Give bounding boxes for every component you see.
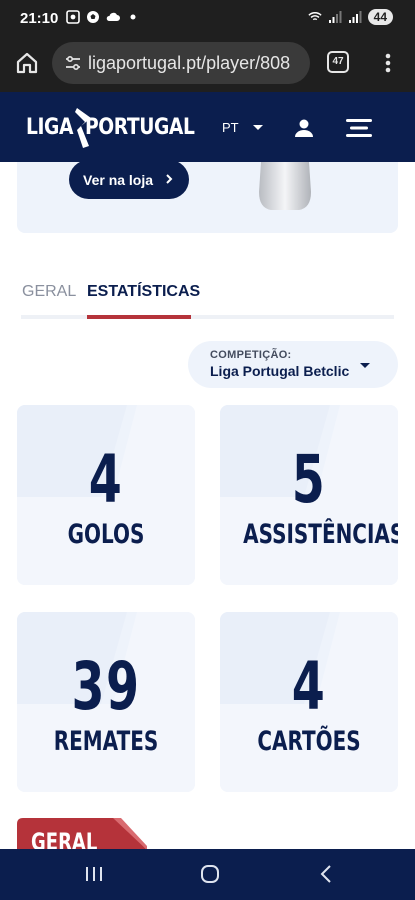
shop-card: Ver na loja [17,162,398,233]
battery-indicator: 44 [367,9,393,25]
soccer-ball-icon [87,11,99,23]
cloud-icon [106,12,120,21]
signal-icon [328,11,342,23]
shop-button-label: Ver na loja [83,171,154,188]
menu-icon[interactable] [346,119,372,137]
recent-apps-icon[interactable] [83,863,105,885]
home-nav-icon[interactable] [199,863,221,885]
chevron-down-icon [252,125,263,130]
competition-label: COMPETIÇÃO: [210,349,292,361]
shop-button[interactable]: Ver na loja [69,162,189,199]
stat-card-assistencias: 5 ASSISTÊNCIAS [220,405,398,585]
tabs-divider [21,315,394,319]
tune-icon[interactable] [64,54,82,72]
home-icon[interactable] [14,50,40,76]
stat-value: 4 [88,441,124,518]
url-text[interactable]: ligaportugal.pt/player/808 [88,53,290,74]
section-tag-geral: GERAL [17,818,147,850]
section-tag-label: GERAL [31,828,98,850]
tab-bar: GERAL ESTATÍSTICAS [21,270,394,320]
stat-card-golos: 4 GOLOS [17,405,195,585]
site-header: LIGA PORTUGAL PT [0,92,415,162]
system-nav-bar [0,849,415,900]
more-vert-icon[interactable] [380,50,396,76]
stat-label: ASSISTÊNCIAS [243,519,398,550]
stat-value: 39 [71,648,141,725]
stat-value: 5 [291,441,327,518]
status-system-icons: 44 [308,9,393,25]
status-notification-icons [66,10,140,24]
logo-word-portugal: PORTUGAL [85,114,195,140]
tab-geral[interactable]: GERAL [22,283,76,301]
screenshot-icon [66,10,80,24]
status-time: 21:10 [20,10,59,27]
status-bar: 21:10 44 [0,0,415,36]
address-bar[interactable]: ligaportugal.pt/player/808 [52,42,310,84]
dot-icon [130,14,136,20]
competition-value: Liga Portugal Betclic [210,363,350,379]
active-tab-indicator [87,315,191,319]
logo-word-liga: LIGA [26,114,74,140]
stat-value: 4 [291,648,327,725]
stat-card-cartoes: 4 CARTÕES [220,612,398,792]
stat-label: CARTÕES [257,726,361,757]
tab-estatisticas[interactable]: ESTATÍSTICAS [87,283,200,301]
language-selector[interactable]: PT [222,120,263,135]
back-icon[interactable] [316,863,338,885]
tab-switcher-button[interactable]: 47 [327,51,349,73]
stat-label: GOLOS [67,519,145,550]
chevron-right-icon [166,174,173,184]
jersey-image [259,162,311,210]
wifi-icon [308,12,322,21]
competition-selector[interactable]: COMPETIÇÃO: Liga Portugal Betclic [188,341,398,388]
browser-toolbar: ligaportugal.pt/player/808 47 [0,36,415,92]
chevron-down-icon [360,363,370,368]
stat-card-remates: 39 REMATES [17,612,195,792]
liga-portugal-logo[interactable]: LIGA PORTUGAL [26,102,214,152]
stat-label: REMATES [53,726,159,757]
signal-icon [348,11,362,23]
user-icon[interactable] [294,118,314,138]
language-label: PT [222,120,239,135]
